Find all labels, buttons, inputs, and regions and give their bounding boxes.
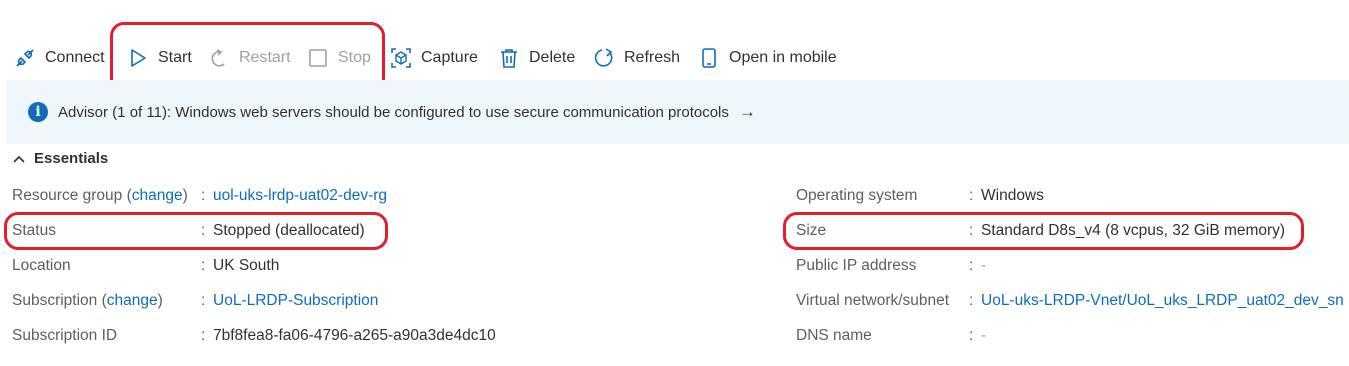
essentials-toggle[interactable]: Essentials bbox=[12, 150, 108, 167]
refresh-icon bbox=[594, 48, 613, 67]
size-label: Size bbox=[796, 222, 827, 239]
info-icon: i bbox=[28, 102, 48, 122]
colon: : bbox=[969, 257, 974, 274]
dns-name-value: - bbox=[981, 327, 987, 344]
stop-icon bbox=[309, 49, 327, 67]
stop-button[interactable]: Stop bbox=[307, 40, 371, 76]
capture-icon bbox=[391, 48, 411, 68]
dns-name-row: DNS name : - bbox=[0, 324, 1349, 348]
chevron-up-icon bbox=[13, 155, 25, 163]
operating-system-row: Operating system : Windows bbox=[0, 184, 1349, 208]
dns-name-label: DNS name bbox=[796, 327, 872, 344]
colon: : bbox=[969, 327, 974, 344]
open-in-mobile-label: Open in mobile bbox=[729, 49, 837, 66]
public-ip-row: Public IP address : - bbox=[0, 254, 1349, 278]
delete-button[interactable]: Delete bbox=[498, 40, 575, 76]
public-ip-value: - bbox=[981, 257, 987, 274]
capture-button[interactable]: Capture bbox=[390, 40, 478, 76]
refresh-label: Refresh bbox=[624, 49, 681, 66]
refresh-button[interactable]: Refresh bbox=[593, 40, 680, 76]
delete-label: Delete bbox=[529, 49, 576, 66]
size-row: Size : Standard D8s_v4 (8 vcpus, 32 GiB … bbox=[0, 219, 1349, 243]
connect-label: Connect bbox=[45, 49, 105, 66]
stop-label: Stop bbox=[338, 49, 371, 66]
restart-button[interactable]: Restart bbox=[208, 40, 291, 76]
restart-icon bbox=[211, 49, 225, 67]
essentials-title: Essentials bbox=[34, 150, 109, 167]
advisor-message: Advisor (1 of 11): Windows web servers s… bbox=[58, 103, 729, 121]
virtual-network-label: Virtual network/subnet bbox=[796, 292, 950, 309]
size-value: Standard D8s_v4 (8 vcpus, 32 GiB memory) bbox=[981, 222, 1286, 239]
start-label: Start bbox=[158, 49, 192, 66]
colon: : bbox=[969, 292, 974, 309]
operating-system-value: Windows bbox=[981, 187, 1044, 204]
colon: : bbox=[969, 222, 974, 239]
capture-label: Capture bbox=[421, 49, 478, 66]
command-bar: Connect Start Restart Stop Capture Delet… bbox=[0, 40, 1349, 76]
open-in-mobile-button[interactable]: Open in mobile bbox=[698, 40, 837, 76]
colon: : bbox=[969, 187, 974, 204]
play-icon bbox=[131, 49, 146, 67]
virtual-network-value[interactable]: UoL-uks-LRDP-Vnet/UoL_uks_LRDP_uat02_dev… bbox=[981, 292, 1344, 310]
start-button[interactable]: Start bbox=[127, 40, 192, 76]
advisor-banner[interactable]: i Advisor (1 of 11): Windows web servers… bbox=[6, 80, 1349, 144]
operating-system-label: Operating system bbox=[796, 187, 918, 204]
public-ip-label: Public IP address bbox=[796, 257, 917, 274]
restart-label: Restart bbox=[239, 49, 291, 66]
trash-icon bbox=[501, 49, 517, 68]
plug-icon bbox=[16, 49, 34, 67]
connect-button[interactable]: Connect bbox=[14, 40, 105, 76]
arrow-right-icon[interactable]: → bbox=[739, 102, 756, 122]
mobile-icon bbox=[702, 48, 716, 68]
virtual-network-row: Virtual network/subnet : UoL-uks-LRDP-Vn… bbox=[0, 289, 1349, 313]
